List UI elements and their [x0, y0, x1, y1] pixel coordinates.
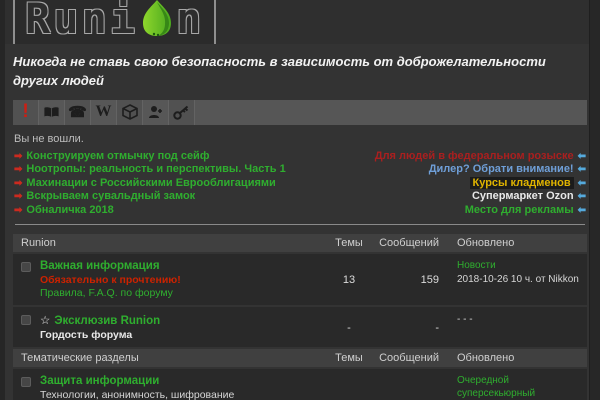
logo-text-left: Runi — [25, 0, 138, 43]
section-header-thematic: Тематические разделы Темы Сообщений Обно… — [13, 349, 587, 367]
list-item: Место для рекламы ⬅ — [375, 204, 586, 218]
logo-text-right: n — [176, 0, 204, 43]
list-item: Курсы кладменов ⬅ — [375, 177, 586, 191]
forum-row-exclusive: ☆ Эксклюзив Runion Гордость форума - - - … — [13, 307, 587, 347]
right-arrow-icon: ➡ — [14, 205, 22, 216]
column-header-topics: Темы — [325, 352, 373, 364]
last-post-meta: 2018-10-26 10 ч. от Nikkon — [457, 273, 579, 286]
forum-link[interactable]: Защита информации — [40, 375, 159, 387]
ad-link[interactable]: Курсы кладменов — [470, 177, 574, 189]
recent-topics-column: ➡ Конструируем отмычку под сейф ➡ Ноотропы… — [14, 150, 286, 218]
left-arrow-icon: ⬅ — [578, 164, 586, 175]
forum-subtitle: Технологии, анонимность, шифрование — [40, 389, 234, 400]
toolbar-spacer — [195, 100, 587, 125]
page-right-edge[interactable] — [589, 0, 600, 400]
column-header-posts: Сообщений — [373, 237, 445, 249]
alert-icon[interactable]: ! — [13, 100, 39, 125]
forum-subtitle: Гордость форума — [40, 329, 160, 342]
divider — [15, 224, 585, 225]
list-item: Супермаркет Ozon ⬅ — [375, 190, 586, 204]
login-status: Вы не вошли. — [14, 133, 586, 145]
forum-status-icon — [21, 262, 31, 272]
add-user-icon[interactable] — [143, 100, 169, 125]
phone-icon[interactable]: ☎ — [65, 100, 91, 125]
ad-link[interactable]: Для людей в федеральном розыске — [375, 150, 574, 162]
topics-count: - — [325, 322, 373, 334]
ad-links-column: Для людей в федеральном розыске ⬅ Дилер? … — [375, 150, 586, 218]
ad-link[interactable]: Супермаркет Ozon — [472, 190, 574, 202]
last-post-link[interactable]: Очередной суперсекьюрный мессенджер SkyE… — [457, 375, 579, 400]
announcement-links: ➡ Конструируем отмычку под сейф ➡ Ноотропы… — [14, 150, 586, 218]
list-item: ➡ Махинации с Российскими Еврооблигациями — [14, 177, 286, 191]
left-arrow-icon: ⬅ — [578, 178, 586, 189]
list-item: ➡ Ноотропы: реальность и перспективы. Час… — [14, 163, 286, 177]
recent-topic-link[interactable]: Обналичка 2018 — [26, 204, 113, 216]
list-item: Для людей в федеральном розыске ⬅ — [375, 150, 586, 164]
recent-topic-link[interactable]: Вскрываем сувальдный замок — [26, 190, 195, 202]
forum-link[interactable]: ☆ Эксклюзив Runion — [40, 313, 160, 327]
forum-link[interactable]: Важная информация — [40, 260, 160, 272]
forum-subtitle: Обязательно к прочтению! — [40, 274, 181, 287]
left-arrow-icon: ⬅ — [578, 191, 586, 202]
column-header-topics: Темы — [325, 237, 373, 249]
wikipedia-icon[interactable]: W — [91, 100, 117, 125]
site-logo[interactable]: Runi n — [13, 0, 216, 44]
book-icon[interactable] — [39, 100, 65, 125]
page-left-edge — [0, 0, 5, 400]
section-title: Runion — [21, 237, 325, 249]
ad-link[interactable]: Дилер? Обрати внимание! — [429, 163, 574, 175]
recent-topic-link[interactable]: Конструируем отмычку под сейф — [26, 150, 209, 162]
last-post-link[interactable]: Новости — [457, 260, 579, 273]
key-icon[interactable] — [169, 100, 195, 125]
right-arrow-icon: ➡ — [14, 191, 22, 202]
icon-toolbar: ! ☎ W — [13, 100, 587, 125]
forum-status-icon — [21, 377, 31, 387]
recent-topic-link[interactable]: Махинации с Российскими Еврооблигациями — [26, 177, 275, 189]
section-header-runion: Runion Темы Сообщений Обновлено — [13, 234, 587, 252]
forum-sublinks[interactable]: Правила, F.A.Q. по форуму — [40, 287, 173, 299]
list-item: Дилер? Обрати внимание! ⬅ — [375, 163, 586, 177]
left-arrow-icon: ⬅ — [578, 151, 586, 162]
forum-status-icon — [21, 315, 31, 325]
last-post-meta: - - - — [457, 313, 579, 326]
right-arrow-icon: ➡ — [14, 164, 22, 175]
right-arrow-icon: ➡ — [14, 151, 22, 162]
ad-link[interactable]: Место для рекламы — [465, 204, 574, 216]
column-header-updated: Обновлено — [445, 352, 579, 364]
forum-link-label: Эксклюзив Runion — [54, 315, 160, 327]
column-header-updated: Обновлено — [445, 237, 579, 249]
list-item: ➡ Конструируем отмычку под сейф — [14, 150, 286, 164]
list-item: ➡ Обналичка 2018 — [14, 204, 286, 218]
forum-row-info-security: Защита информации Технологии, анонимност… — [13, 369, 587, 400]
forum-board: Runion Темы Сообщений Обновлено Важная и… — [13, 234, 587, 400]
header: Runi n — [0, 0, 600, 44]
site-motto: Никогда не ставь свою безопасность в зав… — [0, 44, 585, 93]
posts-count: 159 — [373, 274, 445, 286]
section-title: Тематические разделы — [21, 352, 325, 364]
list-item: ➡ Вскрываем сувальдный замок — [14, 190, 286, 204]
forum-row-important-info: Важная информация Обязательно к прочтени… — [13, 254, 587, 305]
left-arrow-icon: ⬅ — [578, 205, 586, 216]
right-arrow-icon: ➡ — [14, 178, 22, 189]
posts-count: - — [373, 322, 445, 334]
topics-count: 13 — [325, 274, 373, 286]
onion-icon — [140, 0, 174, 43]
star-icon: ☆ — [40, 315, 50, 327]
recent-topic-link[interactable]: Ноотропы: реальность и перспективы. Част… — [26, 163, 285, 175]
column-header-posts: Сообщений — [373, 352, 445, 364]
cube-icon[interactable] — [117, 100, 143, 125]
